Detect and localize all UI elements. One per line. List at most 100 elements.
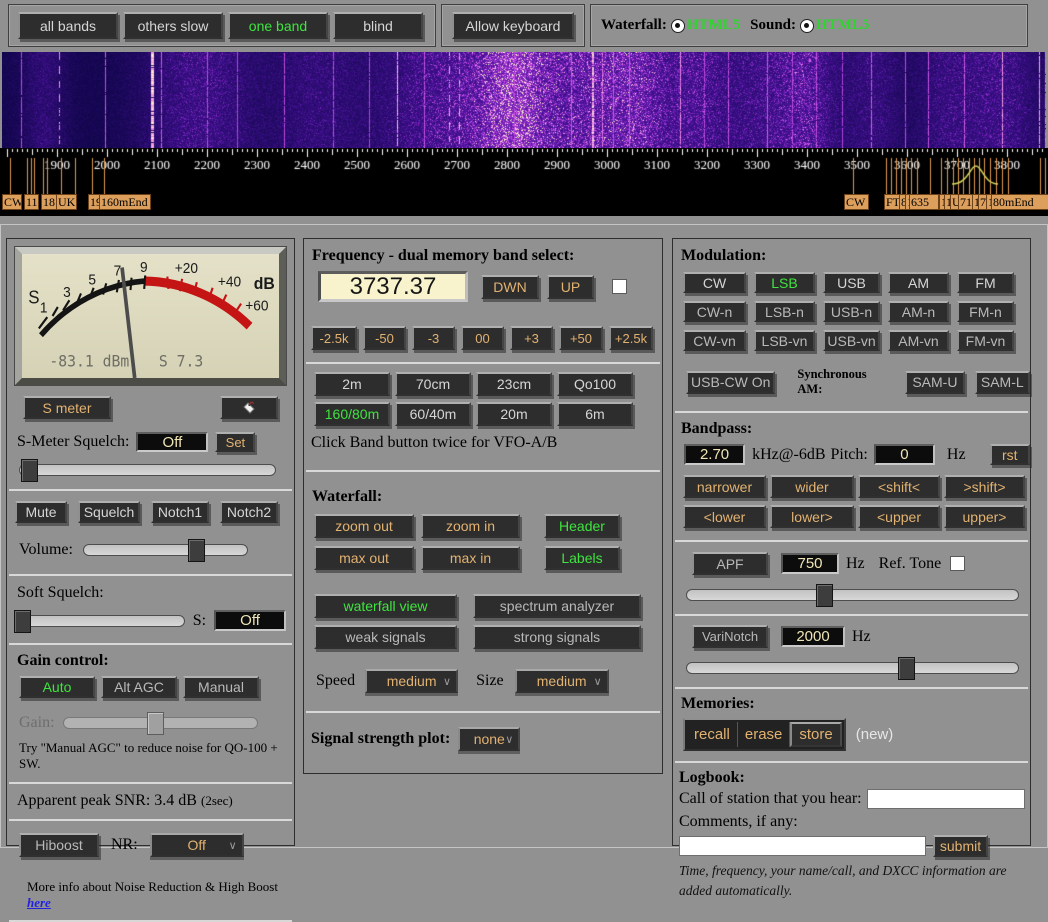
lower-down-button[interactable]: <lower [683, 505, 766, 528]
apf-button[interactable]: APF [692, 552, 768, 575]
step-minus-50-button[interactable]: -50 [363, 326, 406, 350]
apf-slider[interactable] [686, 589, 1019, 601]
weak-signals-button[interactable]: weak signals [314, 625, 457, 649]
band-label-tag[interactable]: 160mEnd [99, 194, 151, 210]
bandpass-reset-button[interactable]: rst [990, 444, 1030, 465]
usb-cw-button[interactable]: USB-CW On [686, 371, 775, 394]
logbook-submit-button[interactable]: submit [933, 835, 988, 857]
s-meter-button[interactable]: S meter [23, 396, 111, 419]
nr-info-link[interactable]: here [27, 895, 51, 910]
all-bands-button[interactable]: all bands [18, 12, 118, 39]
spectrum-analyzer-button[interactable]: spectrum analyzer [473, 594, 641, 618]
max-in-button[interactable]: max in [421, 546, 520, 570]
mode-usb-button[interactable]: USB [823, 272, 880, 293]
step-minus-3-button[interactable]: -3 [412, 326, 455, 350]
wider-button[interactable]: wider [770, 475, 854, 498]
mode-fm-button[interactable]: FM [957, 272, 1014, 293]
zoom-out-button[interactable]: zoom out [314, 514, 414, 538]
frequency-down-button[interactable]: DWN [481, 275, 539, 299]
squelch-slider-thumb[interactable] [21, 459, 38, 482]
shift-left-button[interactable]: <shift< [858, 475, 940, 498]
band-2m-button[interactable]: 2m [314, 372, 390, 396]
mode-am-vn-button[interactable]: AM-vn [888, 330, 949, 351]
step-plus-2500-button[interactable]: +2.5k [609, 326, 653, 350]
mode-am-button[interactable]: AM [888, 272, 949, 293]
frequency-up-button[interactable]: UP [547, 275, 594, 299]
ref-tone-checkbox[interactable] [950, 556, 965, 571]
call-input[interactable] [867, 789, 1025, 809]
mode-lsb-vn-button[interactable]: LSB-vn [754, 330, 815, 351]
mode-am-n-button[interactable]: AM-n [888, 301, 949, 322]
squelch-set-button[interactable]: Set [215, 432, 255, 452]
squelch-slider[interactable] [19, 464, 276, 476]
pitch-value[interactable]: 0 [874, 444, 935, 465]
band-label-tag[interactable]: 635 [909, 194, 939, 210]
volume-slider[interactable] [83, 544, 248, 556]
max-out-button[interactable]: max out [314, 546, 414, 570]
band-label-tag[interactable]: 80mEnd [991, 194, 1048, 210]
varinotch-value[interactable]: 2000 [781, 626, 845, 647]
one-band-button[interactable]: one band [228, 12, 328, 39]
agc-alt-button[interactable]: Alt AGC [101, 676, 177, 698]
mode-usb-vn-button[interactable]: USB-vn [823, 330, 880, 351]
waterfall-spectrogram[interactable] [2, 52, 1046, 148]
header-toggle-button[interactable]: Header [544, 514, 620, 538]
varinotch-slider[interactable] [686, 662, 1019, 674]
mode-cw-vn-button[interactable]: CW-vn [683, 330, 746, 351]
step-plus-3-button[interactable]: +3 [510, 326, 553, 350]
agc-auto-button[interactable]: Auto [19, 676, 95, 698]
lower-up-button[interactable]: lower> [770, 505, 854, 528]
blind-button[interactable]: blind [333, 12, 423, 39]
sam-l-button[interactable]: SAM-L [975, 371, 1030, 394]
others-slow-button[interactable]: others slow [123, 12, 223, 39]
nr-dropdown[interactable]: Off ∨ [150, 833, 244, 857]
squelch-button[interactable]: Squelch [78, 501, 140, 523]
apf-value[interactable]: 750 [781, 553, 839, 574]
upper-down-button[interactable]: <upper [858, 505, 940, 528]
step-plus-50-button[interactable]: +50 [559, 326, 603, 350]
varinotch-button[interactable]: VariNotch [692, 625, 768, 648]
band-70cm-button[interactable]: 70cm [395, 372, 471, 396]
hiboost-button[interactable]: Hiboost [19, 833, 99, 857]
band-160-80m-button[interactable]: 160/80m [314, 402, 390, 426]
upper-up-button[interactable]: upper> [944, 505, 1025, 528]
agc-manual-button[interactable]: Manual [183, 676, 259, 698]
frequency-scale[interactable]: CW1118UK19160mEndCWFT8163511U7117180mEnd [0, 148, 1048, 216]
waterfall-view-button[interactable]: waterfall view [314, 594, 457, 618]
mode-lsb-n-button[interactable]: LSB-n [754, 301, 815, 322]
step-minus-2500-button[interactable]: -2.5k [311, 326, 357, 350]
mode-lsb-button[interactable]: LSB [754, 272, 815, 293]
waterfall-html5-option[interactable]: HTML5 [687, 17, 740, 34]
signal-strength-plot-dropdown[interactable]: none ∨ [458, 727, 520, 751]
soft-squelch-slider[interactable] [17, 615, 185, 627]
mode-usb-n-button[interactable]: USB-n [823, 301, 880, 322]
memory-recall-button[interactable]: recall [687, 722, 738, 747]
notch2-button[interactable]: Notch2 [220, 501, 278, 523]
band-label-tag[interactable]: 11 [24, 194, 39, 210]
sound-html5-radio[interactable] [800, 19, 814, 33]
band-label-tag[interactable]: CW [2, 194, 22, 210]
mode-cw-n-button[interactable]: CW-n [683, 301, 746, 322]
shift-right-button[interactable]: >shift> [944, 475, 1025, 498]
band-23cm-button[interactable]: 23cm [476, 372, 552, 396]
label-tag-button[interactable] [220, 396, 278, 419]
waterfall-html5-radio[interactable] [671, 19, 685, 33]
mode-fm-vn-button[interactable]: FM-vn [957, 330, 1014, 351]
mute-button[interactable]: Mute [15, 501, 67, 523]
comments-input[interactable] [679, 836, 926, 856]
mode-cw-button[interactable]: CW [683, 272, 746, 293]
band-6m-button[interactable]: 6m [557, 402, 633, 426]
band-60-40m-button[interactable]: 60/40m [395, 402, 471, 426]
varinotch-slider-thumb[interactable] [898, 657, 915, 680]
band-label-tag[interactable]: CW [844, 194, 869, 210]
allow-keyboard-button[interactable]: Allow keyboard [452, 12, 574, 39]
memory-erase-button[interactable]: erase [738, 722, 791, 747]
speed-dropdown[interactable]: medium ∨ [365, 669, 458, 693]
step-zero-button[interactable]: 00 [461, 326, 504, 350]
size-dropdown[interactable]: medium ∨ [515, 669, 609, 693]
zoom-in-button[interactable]: zoom in [421, 514, 520, 538]
frequency-checkbox[interactable] [612, 279, 627, 294]
mode-fm-n-button[interactable]: FM-n [957, 301, 1014, 322]
frequency-display[interactable]: 3737.37 [318, 271, 468, 302]
sound-html5-option[interactable]: HTML5 [816, 17, 869, 34]
